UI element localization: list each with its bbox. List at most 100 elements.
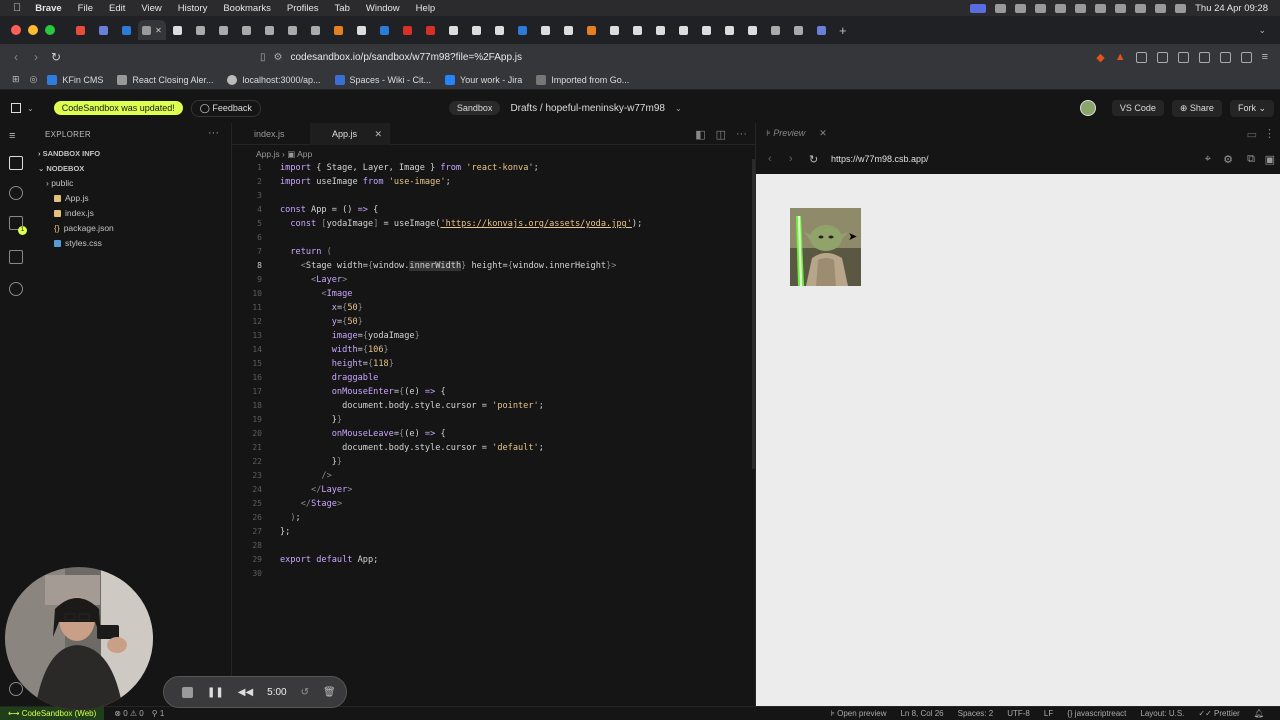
- file-tree-item[interactable]: {} package.json: [32, 221, 231, 236]
- browser-tab[interactable]: [741, 20, 764, 40]
- browser-tab[interactable]: [649, 20, 672, 40]
- browser-tab-active[interactable]: ✕: [138, 20, 166, 40]
- pen-icon[interactable]: [1115, 3, 1127, 13]
- browser-tab[interactable]: [718, 20, 741, 40]
- explorer-files-icon[interactable]: [9, 156, 23, 170]
- menu-bookmarks[interactable]: Bookmarks: [223, 3, 271, 14]
- split-editor-icon[interactable]: ◫: [716, 128, 726, 141]
- notion-icon[interactable]: [995, 3, 1007, 13]
- language-mode[interactable]: {} javascriptreact: [1067, 709, 1126, 718]
- close-tab-icon[interactable]: ✕: [819, 128, 827, 138]
- bookmark-item[interactable]: localhost:3000/ap...: [227, 74, 321, 85]
- trash-icon[interactable]: 🗑︎: [323, 687, 336, 698]
- menu-profiles[interactable]: Profiles: [287, 3, 319, 14]
- close-window-button[interactable]: [11, 25, 21, 35]
- preview-reload-icon[interactable]: ↻: [809, 153, 818, 166]
- open-new-window-icon[interactable]: ⧉: [1247, 153, 1255, 166]
- browser-tab[interactable]: [580, 20, 603, 40]
- bookmark-icon[interactable]: ▯: [260, 52, 266, 63]
- reload-icon[interactable]: ↻: [46, 50, 66, 64]
- share-button[interactable]: ⊕ Share: [1171, 99, 1222, 117]
- minimize-window-button[interactable]: [28, 25, 38, 35]
- more-actions-icon[interactable]: ···: [736, 128, 747, 141]
- breadcrumb-file[interactable]: App.js: [256, 149, 280, 159]
- browser-tab[interactable]: [281, 20, 304, 40]
- browser-tab[interactable]: [465, 20, 488, 40]
- browser-tab[interactable]: [69, 20, 92, 40]
- codesandbox-logo-icon[interactable]: [11, 103, 21, 113]
- menubar-datetime[interactable]: Thu 24 Apr 09:28: [1195, 3, 1268, 14]
- section-sandbox-info[interactable]: › SANDBOX INFO: [32, 146, 231, 161]
- terminal-icon[interactable]: ▣: [1265, 153, 1275, 166]
- tab-search-chevron-icon[interactable]: ⌄: [1258, 25, 1266, 36]
- browser-tab[interactable]: [695, 20, 718, 40]
- browser-tab[interactable]: [235, 20, 258, 40]
- bookmark-item[interactable]: Your work - Jira: [445, 74, 522, 85]
- indentation[interactable]: Spaces: 2: [958, 709, 994, 718]
- back-icon[interactable]: ‹: [6, 50, 26, 64]
- formatter-status[interactable]: ✓✓ Prettier: [1198, 709, 1239, 718]
- browser-tab[interactable]: [626, 20, 649, 40]
- chevron-down-icon[interactable]: ⌄: [675, 104, 682, 113]
- gamepad-icon[interactable]: [1035, 3, 1047, 13]
- avatar[interactable]: [1079, 100, 1096, 116]
- feedback-button[interactable]: ◯ Feedback: [190, 99, 261, 117]
- menu-edit[interactable]: Edit: [109, 3, 125, 14]
- restart-icon[interactable]: ↺: [301, 687, 309, 698]
- brave-shields-icon[interactable]: ◆: [1096, 51, 1104, 64]
- reading-list-icon[interactable]: ◎: [30, 74, 38, 85]
- browser-tab[interactable]: [534, 20, 557, 40]
- browser-tab[interactable]: [115, 20, 138, 40]
- yoda-image[interactable]: [790, 208, 861, 286]
- sandbox-path[interactable]: Drafts / hopeful-meninsky-w77m98: [510, 103, 665, 114]
- close-tab-icon[interactable]: ✕: [374, 123, 382, 145]
- menu-tab[interactable]: Tab: [335, 3, 350, 14]
- brave-rewards-icon[interactable]: ▲: [1115, 51, 1126, 63]
- search-icon[interactable]: [9, 186, 23, 200]
- keyboard-layout[interactable]: Layout: U.S.: [1140, 709, 1184, 718]
- extension-icon[interactable]: [1015, 3, 1027, 13]
- tab-index-js[interactable]: index.js: [232, 123, 304, 145]
- browser-tab[interactable]: [166, 20, 189, 40]
- new-tab-button[interactable]: +: [839, 23, 847, 38]
- bookmark-folder[interactable]: Imported from Go...: [536, 74, 629, 85]
- browser-tab[interactable]: [488, 20, 511, 40]
- update-banner-button[interactable]: CodeSandbox was updated!: [53, 101, 183, 115]
- preview-forward-icon[interactable]: ›: [789, 153, 793, 165]
- more-actions-icon[interactable]: ⋮: [1264, 127, 1275, 140]
- tab-app-js[interactable]: App.js ✕: [310, 123, 390, 145]
- browser-tab[interactable]: [189, 20, 212, 40]
- open-preview-status[interactable]: ⊧ Open preview: [831, 709, 887, 718]
- vpn-icon[interactable]: [1095, 3, 1107, 13]
- screen-recorder-icon[interactable]: [970, 3, 987, 13]
- preview-back-icon[interactable]: ‹: [768, 153, 772, 165]
- extension-icon[interactable]: [1156, 51, 1168, 63]
- site-info-icon[interactable]: ⚙: [274, 52, 283, 63]
- browser-tab[interactable]: [442, 20, 465, 40]
- browser-tab[interactable]: [672, 20, 695, 40]
- fork-button[interactable]: Fork ⌄: [1229, 99, 1274, 117]
- control-center-icon[interactable]: [1175, 3, 1187, 13]
- stop-recording-button[interactable]: [182, 686, 193, 698]
- menu-window[interactable]: Window: [366, 3, 400, 14]
- browser-tab[interactable]: [419, 20, 442, 40]
- lock-icon[interactable]: ▭: [1247, 128, 1257, 141]
- file-tree-folder[interactable]: › public: [32, 176, 231, 191]
- browser-tab[interactable]: [258, 20, 281, 40]
- problems-indicator[interactable]: ⊗ 0 ⚠ 0: [114, 709, 143, 718]
- browser-tab[interactable]: [304, 20, 327, 40]
- logo-menu-chevron-icon[interactable]: ⌄: [27, 104, 34, 113]
- close-tab-icon[interactable]: ✕: [155, 26, 162, 35]
- file-tree-item[interactable]: styles.css: [32, 236, 231, 251]
- rewind-icon[interactable]: ◀◀: [238, 687, 253, 698]
- wallet-icon[interactable]: [1219, 51, 1231, 63]
- wifi-icon[interactable]: [1135, 3, 1147, 13]
- browser-tab[interactable]: [511, 20, 534, 40]
- ports-indicator[interactable]: ⚲ 1: [152, 709, 165, 718]
- settings-gear-icon[interactable]: [9, 682, 23, 696]
- maximize-window-button[interactable]: [45, 25, 55, 35]
- notifications-bell-icon[interactable]: 🔔︎: [1254, 709, 1264, 718]
- menu-icon[interactable]: ≡: [1262, 51, 1268, 63]
- menu-help[interactable]: Help: [416, 3, 436, 14]
- browser-tab[interactable]: [212, 20, 235, 40]
